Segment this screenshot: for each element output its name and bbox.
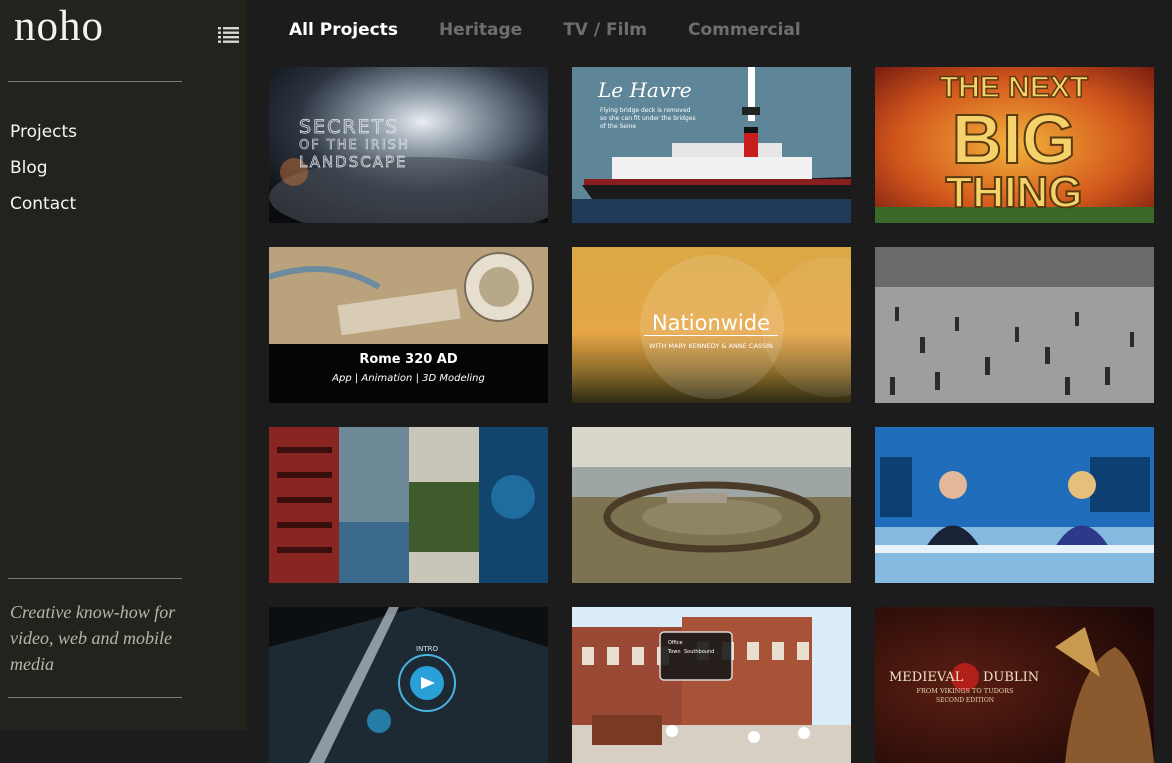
thumb-text: THING [946,168,1083,217]
thumb-text: Le Havre [597,78,692,102]
divider [8,697,182,698]
project-thumbnail: INTRO [269,607,548,763]
thumb-text: Flying bridge deck is removed [600,107,691,114]
tab-heritage[interactable]: Heritage [439,20,522,40]
caption-title: Rome 320 AD [359,352,458,367]
project-thumbnail: MEDIEVAL DUBLIN FROM VIKINGS TO TUDORS S… [875,607,1154,763]
tab-commercial[interactable]: Commercial [688,20,801,40]
thumb-text: BIG [952,100,1076,178]
project-tile-historic-street-app[interactable]: Office Town Southbound [572,607,851,763]
list-menu-icon[interactable] [218,26,239,44]
project-thumbnail [269,427,548,583]
project-tile-le-havre[interactable]: Le Havre Flying bridge deck is removed s… [572,67,851,223]
thumb-text: SECOND EDITION [936,697,994,704]
caption-subtitle: App | Animation | 3D Modeling [332,373,485,384]
nav-link-blog[interactable]: Blog [10,150,77,186]
thumb-text: Office [668,640,683,646]
thumb-text: FROM VIKINGS TO TUDORS [917,687,1014,695]
project-tile-the-next-big-thing[interactable]: THE NEXT BIG THING [875,67,1154,223]
project-thumbnail [875,427,1154,583]
thumb-text: WITH MARY KENNEDY & ANNE CASSIN [649,342,773,350]
nav-link-projects[interactable]: Projects [10,114,77,150]
thumb-text: SECRETS [299,116,399,138]
project-tile-rome-320-ad[interactable]: Rome 320 AD App | Animation | 3D Modelin… [269,247,548,403]
thumb-text: Southbound [684,649,714,655]
project-tile-medieval-dublin[interactable]: MEDIEVAL DUBLIN FROM VIKINGS TO TUDORS S… [875,607,1154,763]
project-tile-ring-fort[interactable] [572,427,851,583]
thumb-text: MEDIEVAL [889,670,964,685]
project-tile-secrets-irish-landscape[interactable]: SECRETS OF THE IRISH LANDSCAPE [269,67,548,223]
divider [8,81,182,82]
project-thumbnail: Nationwide WITH MARY KENNEDY & ANNE CASS… [572,247,851,403]
tab-tv-film[interactable]: TV / Film [563,20,647,40]
thumb-text: Town [667,649,681,655]
project-thumbnail: Office Town Southbound [572,607,851,763]
tile-caption: Rome 320 AD App | Animation | 3D Modelin… [269,344,548,403]
thumb-text: LANDSCAPE [299,153,408,171]
nav-link-contact[interactable]: Contact [10,186,77,222]
project-tile-archive-crowd[interactable] [875,247,1154,403]
project-thumbnail [875,247,1154,403]
project-tile-intro-app[interactable]: INTRO [269,607,548,763]
project-thumbnail: THE NEXT BIG THING [875,67,1154,223]
project-tile-architecture-collage[interactable] [269,427,548,583]
main-nav: Projects Blog Contact [10,114,77,222]
tab-all-projects[interactable]: All Projects [289,20,398,40]
project-tile-news-studio[interactable] [875,427,1154,583]
project-tile-nationwide[interactable]: Nationwide WITH MARY KENNEDY & ANNE CASS… [572,247,851,403]
thumb-text: so she can fit under the bridges [600,115,696,122]
filter-tabs: All Projects Heritage TV / Film Commerci… [289,20,842,40]
project-thumbnail: SECRETS OF THE IRISH LANDSCAPE [269,67,548,223]
divider [8,578,182,579]
thumb-text: of the Seine [600,123,636,130]
project-thumbnail: Le Havre Flying bridge deck is removed s… [572,67,851,223]
thumb-text: INTRO [416,645,438,653]
thumb-text: OF THE IRISH [299,138,410,153]
thumb-text: DUBLIN [983,670,1039,685]
tagline: Creative know-how for video, web and mob… [10,602,176,674]
project-thumbnail [572,427,851,583]
site-logo[interactable]: noho [14,2,104,52]
sidebar: noho Projects Blog Contact Creative know… [0,0,247,730]
thumb-text: Nationwide [652,311,770,335]
